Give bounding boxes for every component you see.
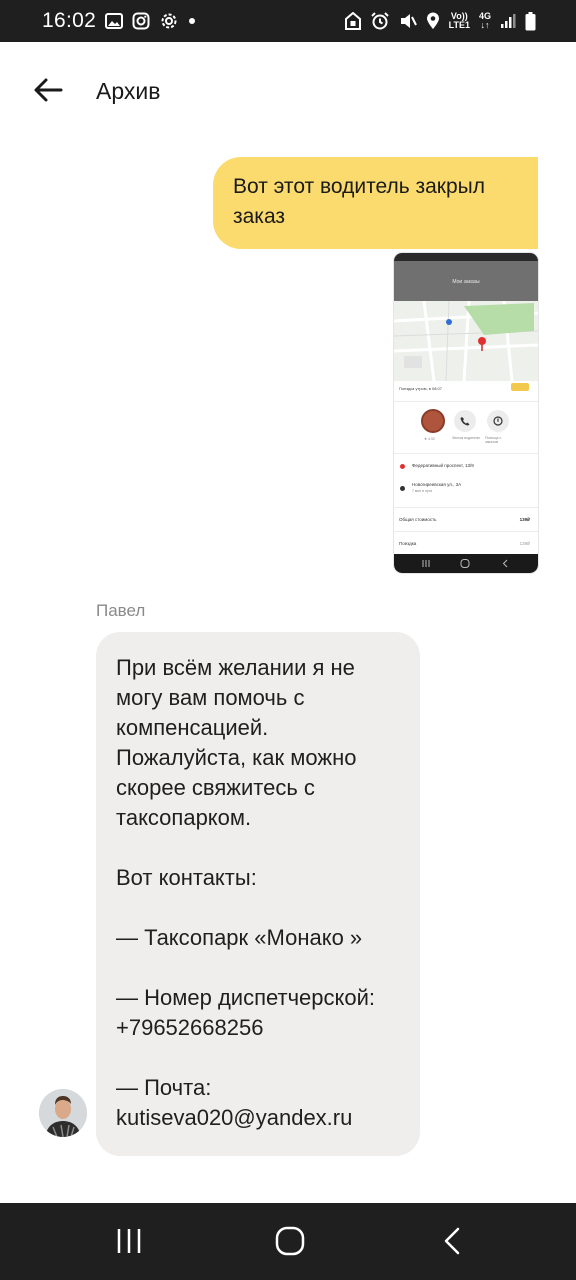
recents-icon [115,1227,143,1260]
home-icon [275,1226,305,1261]
message-paragraph: — Почта: kutiseva020@yandex.ru [116,1075,353,1130]
outgoing-message-text: Вот этот водитель закрыл заказ [233,175,486,228]
attachment-trip-label: Поездка утром, в 08:07 [399,386,442,391]
attachment-header: Мои заказы [394,261,538,301]
message-paragraph: При всём желании я не могу вам помочь с … [116,655,357,830]
address-from: Федеративный проспект, 13/9 [412,463,474,468]
total-value: 139₽ [519,517,530,522]
message-paragraph: — Номер диспетчерской: +79652668256 [116,985,376,1040]
gallery-icon [105,10,124,32]
back-icon [442,1226,462,1261]
attachment-status-bar [394,253,538,261]
instagram-icon [132,10,150,32]
help-icon [487,410,509,432]
mute-icon [399,10,417,32]
image-attachment[interactable]: Мои заказы Поездка утром, в 08:07 ★ 4.92… [394,253,538,573]
home-button[interactable] [260,1221,320,1265]
recents-button[interactable] [99,1221,159,1265]
alarm-icon [370,10,390,32]
page-title: Архив [96,78,161,104]
attachment-map [394,301,538,381]
taxi-icon [511,383,529,391]
volte-indicator: Vo)) LTE1 [448,11,470,30]
attachment-divider [394,531,538,532]
back-button[interactable] [22,70,74,114]
total-label: Общая стоимость [399,517,437,522]
help-label: Помощь с заказом [485,436,502,444]
battery-icon [525,10,536,32]
address-to: Новогиреевская ул., 3А [412,482,462,487]
attachment-nav-bar [394,554,538,573]
outgoing-message[interactable]: Вот этот водитель закрыл заказ [213,157,538,249]
attachment-screen-title: Мои заказы [452,279,480,285]
attachment-divider [394,401,538,402]
ride-value: 139₽ [519,541,530,546]
incoming-message[interactable]: При всём желании я не могу вам помочь с … [96,632,420,1156]
driver-rating: ★ 4.92 [424,437,435,441]
attachment-divider [394,453,538,454]
location-icon [426,10,440,32]
app-header: Архив [0,42,576,140]
status-time: 16:02 [42,9,97,32]
network-indicator: 4G ↓↑ [478,11,491,30]
avatar[interactable] [39,1089,87,1137]
message-paragraph: — Таксопарк «Монако » [116,925,363,950]
back-nav-button[interactable] [422,1221,482,1265]
signal-icon [500,10,516,32]
attachment-divider [394,507,538,508]
arrow-left-icon [33,77,63,108]
system-nav-bar [0,1203,576,1280]
sender-name: Павел [96,601,146,620]
driver-avatar [421,409,445,433]
battery-saver-icon [344,10,361,32]
status-bar: 16:02 Vo)) LTE1 4G ↓↑ [0,0,576,42]
end-point-icon [400,486,405,491]
call-driver-label: Звонок водителю [452,436,481,440]
address-to-sub: 7 мин в пути [412,489,433,493]
chat-screen: 16:02 Vo)) LTE1 4G ↓↑ Архив Вот этот вод… [0,0,576,1280]
phone-icon [454,410,476,432]
settings-icon [159,10,179,32]
start-point-icon [400,464,405,469]
ride-label: Поездка [399,541,417,546]
dot-icon [188,10,196,32]
message-paragraph: Вот контакты: [116,865,257,890]
